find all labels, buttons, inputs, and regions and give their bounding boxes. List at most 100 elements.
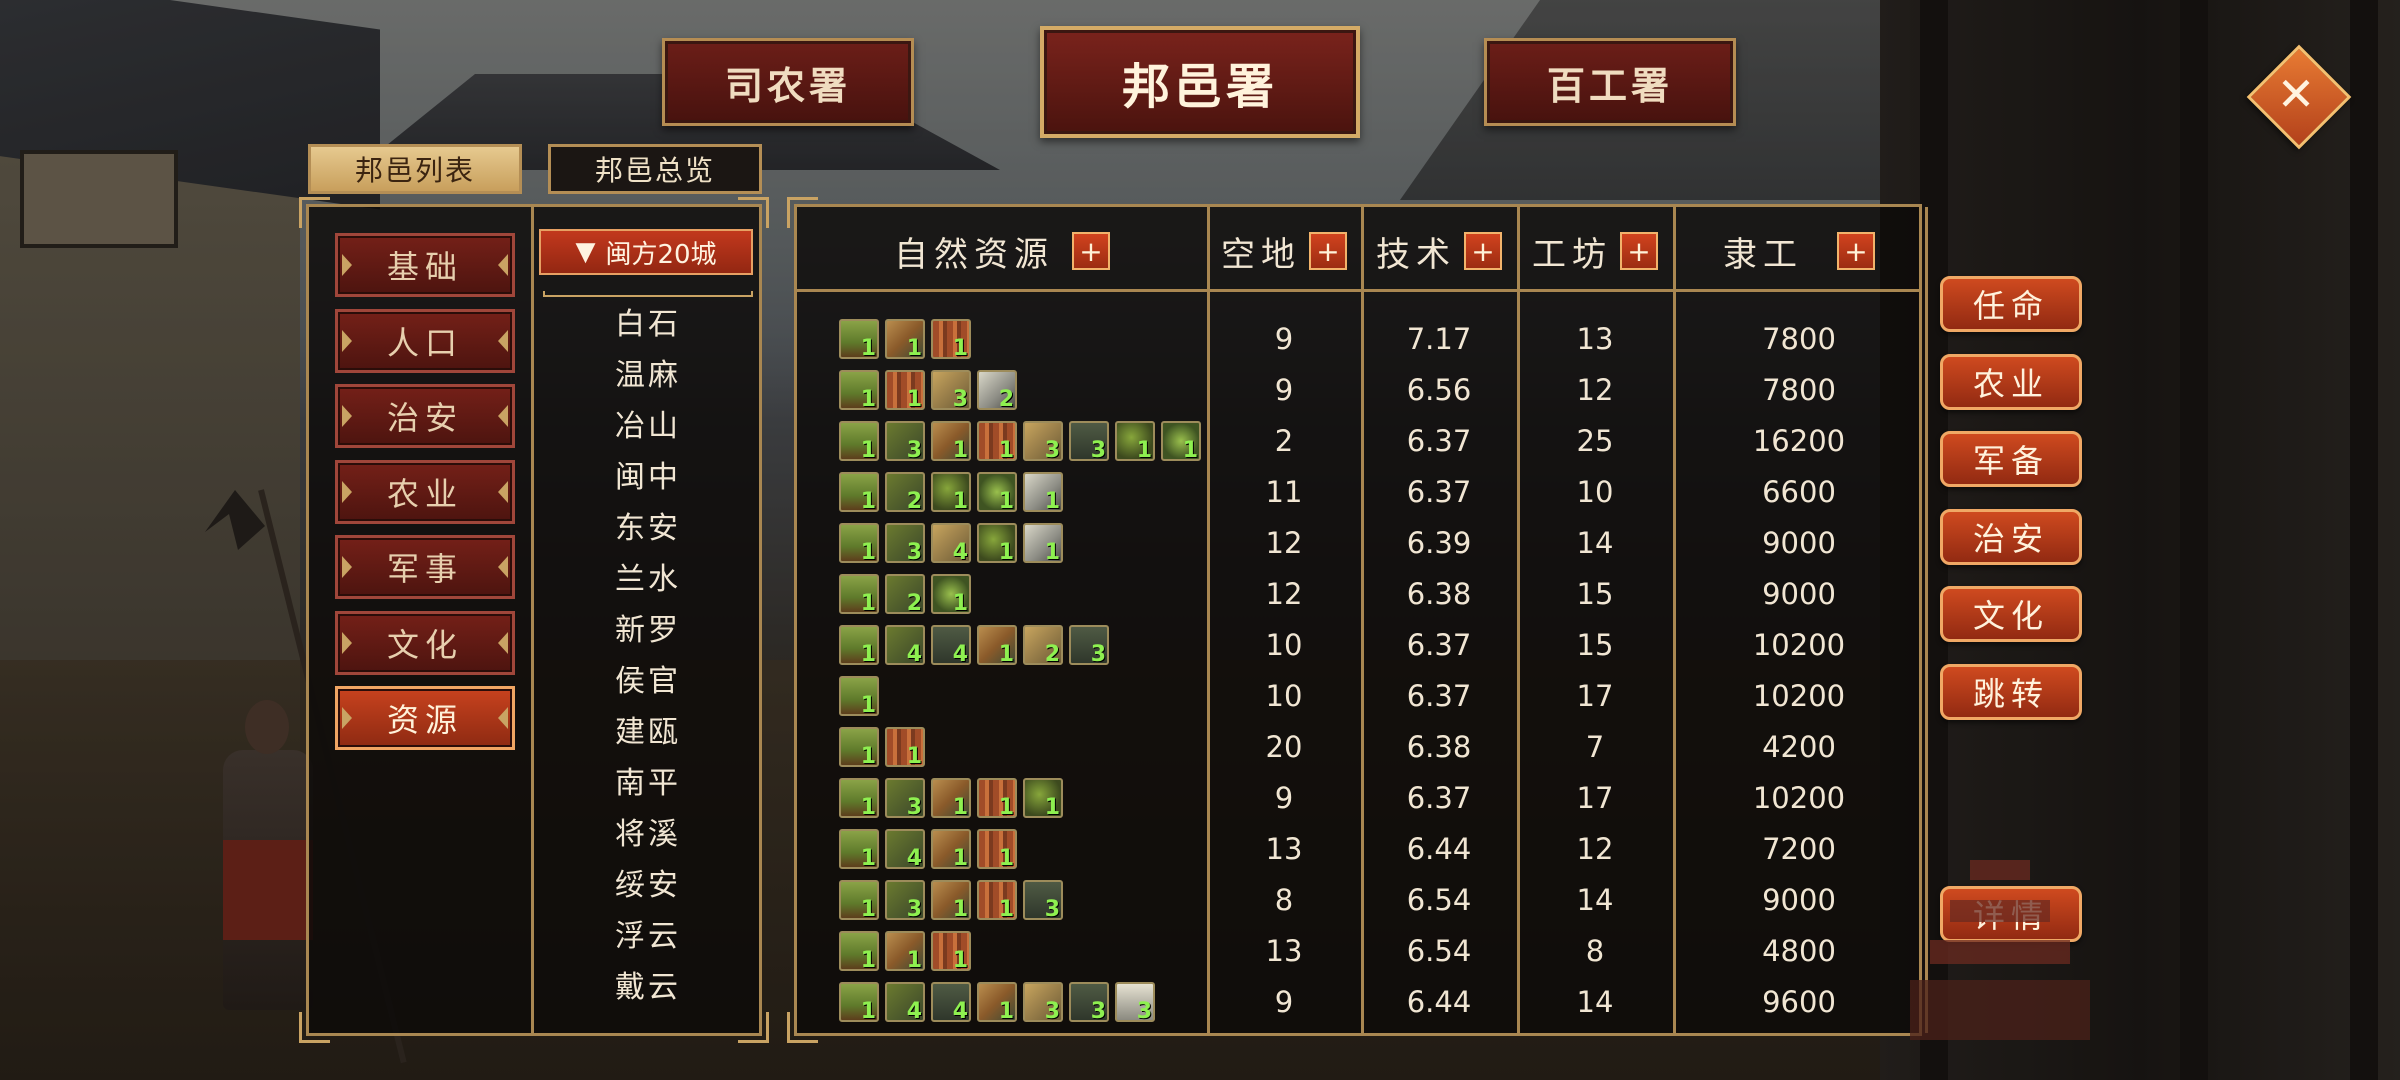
city-name[interactable]: 将溪 xyxy=(534,809,762,853)
menu-item[interactable]: 资源 xyxy=(335,686,515,750)
city-name[interactable]: 闽中 xyxy=(534,452,762,496)
axe-icon[interactable]: 1 xyxy=(931,421,971,463)
pick-icon[interactable]: 3 xyxy=(1023,982,1063,1024)
tree-icon[interactable]: 1 xyxy=(839,931,879,973)
sickle-icon[interactable]: 4 xyxy=(885,982,925,1024)
sickle-icon[interactable]: 4 xyxy=(885,829,925,871)
city-name[interactable]: 浮云 xyxy=(534,911,762,955)
stairs-icon[interactable]: 4 xyxy=(931,982,971,1024)
table-row[interactable]: 1 3 1 1 3 3 1 1 2 6.37 25 16200 xyxy=(797,415,1925,466)
table-row[interactable]: 1 1 3 2 9 6.56 12 7800 xyxy=(797,364,1925,415)
table-row[interactable]: 1 4 1 1 13 6.44 12 7200 xyxy=(797,823,1925,874)
table-row[interactable]: 1 1 20 6.38 7 4200 xyxy=(797,721,1925,772)
tree-icon[interactable]: 1 xyxy=(839,523,879,565)
menu-item[interactable]: 基础 xyxy=(335,233,515,297)
table-row[interactable]: 1 10 6.37 17 10200 xyxy=(797,670,1925,721)
stairs-icon[interactable]: 3 xyxy=(1023,880,1063,922)
sort-resources-button[interactable]: + xyxy=(1072,232,1110,270)
sickle-icon[interactable]: 2 xyxy=(885,472,925,514)
close-button[interactable]: ✕ xyxy=(2246,44,2352,150)
tab-baigong[interactable]: 百工署 xyxy=(1484,38,1736,126)
sickle-icon[interactable]: 3 xyxy=(885,523,925,565)
leaf-icon[interactable]: 1 xyxy=(931,574,971,616)
tree-icon[interactable]: 1 xyxy=(839,319,879,361)
region-dropdown[interactable]: ▼ 闽方20城 xyxy=(539,229,753,275)
sickle-icon[interactable]: 3 xyxy=(885,778,925,820)
axe-icon[interactable]: 1 xyxy=(977,982,1017,1024)
grain-icon[interactable]: 1 xyxy=(1115,421,1155,463)
tree-icon[interactable]: 1 xyxy=(839,676,879,718)
table-row[interactable]: 1 3 1 1 3 8 6.54 14 9000 xyxy=(797,874,1925,925)
tree-icon[interactable]: 1 xyxy=(839,727,879,769)
stone-icon[interactable]: 1 xyxy=(1023,523,1063,565)
pick-icon[interactable]: 4 xyxy=(931,523,971,565)
table-row[interactable]: 1 1 1 9 7.17 13 7800 xyxy=(797,313,1925,364)
sickle-icon[interactable]: 3 xyxy=(885,421,925,463)
tree-icon[interactable]: 1 xyxy=(839,829,879,871)
city-name[interactable]: 东安 xyxy=(534,503,762,547)
table-row[interactable]: 1 3 1 1 1 9 6.37 17 10200 xyxy=(797,772,1925,823)
sickle-icon[interactable]: 3 xyxy=(885,880,925,922)
axe-icon[interactable]: 1 xyxy=(931,778,971,820)
city-name[interactable]: 建瓯 xyxy=(534,707,762,751)
city-name[interactable]: 冶山 xyxy=(534,401,762,445)
sickle-icon[interactable]: 4 xyxy=(885,625,925,667)
city-name[interactable]: 白石 xyxy=(534,299,762,343)
city-name[interactable]: 南平 xyxy=(534,758,762,802)
tab-bangyi[interactable]: 邦邑署 xyxy=(1040,26,1360,138)
stairs-icon[interactable]: 3 xyxy=(1069,421,1109,463)
menu-item[interactable]: 文化 xyxy=(335,610,515,675)
bamboo-icon[interactable]: 1 xyxy=(885,727,925,769)
sickle-icon[interactable]: 2 xyxy=(885,574,925,616)
bamboo-icon[interactable]: 1 xyxy=(885,370,925,412)
city-name[interactable]: 侯官 xyxy=(534,656,762,700)
sort-tech-button[interactable]: + xyxy=(1464,232,1502,270)
subtab-city-list[interactable]: 邦邑列表 xyxy=(308,144,522,194)
grain-icon[interactable]: 1 xyxy=(931,472,971,514)
tree-icon[interactable]: 1 xyxy=(839,472,879,514)
wave-icon[interactable]: 3 xyxy=(1115,982,1155,1024)
stone-icon[interactable]: 2 xyxy=(977,370,1017,412)
bamboo-icon[interactable]: 1 xyxy=(977,829,1017,871)
tree-icon[interactable]: 1 xyxy=(839,574,879,616)
action-button[interactable]: 文化 xyxy=(1940,586,2082,643)
tree-icon[interactable]: 1 xyxy=(839,625,879,667)
menu-item[interactable]: 治安 xyxy=(335,384,515,448)
subtab-city-overview[interactable]: 邦邑总览 xyxy=(548,144,762,194)
tree-icon[interactable]: 1 xyxy=(839,880,879,922)
action-button[interactable]: 农业 xyxy=(1940,353,2082,410)
menu-item[interactable]: 农业 xyxy=(335,459,515,524)
action-button[interactable]: 治安 xyxy=(1940,508,2082,565)
pick-icon[interactable]: 2 xyxy=(1023,625,1063,667)
city-name[interactable]: 戴云 xyxy=(534,962,762,1006)
stairs-icon[interactable]: 3 xyxy=(1069,625,1109,667)
stairs-icon[interactable]: 4 xyxy=(931,625,971,667)
axe-icon[interactable]: 1 xyxy=(931,880,971,922)
table-row[interactable]: 1 4 4 1 2 3 10 6.37 15 10200 xyxy=(797,619,1925,670)
axe-icon[interactable]: 1 xyxy=(885,931,925,973)
stone-icon[interactable]: 1 xyxy=(1023,472,1063,514)
city-name[interactable]: 新罗 xyxy=(534,605,762,649)
menu-item[interactable]: 军事 xyxy=(335,535,515,599)
stairs-icon[interactable]: 3 xyxy=(1069,982,1109,1024)
action-button[interactable]: 任命 xyxy=(1940,276,2082,332)
axe-icon[interactable]: 1 xyxy=(885,319,925,361)
action-button[interactable]: 跳转 xyxy=(1940,664,2082,720)
action-button[interactable]: 军备 xyxy=(1940,431,2082,488)
bamboo-icon[interactable]: 1 xyxy=(977,880,1017,922)
bamboo-icon[interactable]: 1 xyxy=(931,931,971,973)
axe-icon[interactable]: 1 xyxy=(931,829,971,871)
table-row[interactable]: 1 1 1 13 6.54 8 4800 xyxy=(797,925,1925,976)
bamboo-icon[interactable]: 1 xyxy=(931,319,971,361)
city-name[interactable]: 绥安 xyxy=(534,860,762,904)
pick-icon[interactable]: 3 xyxy=(931,370,971,412)
tab-sinong[interactable]: 司农署 xyxy=(662,38,914,126)
table-row[interactable]: 1 4 4 1 3 3 3 9 6.44 14 9600 xyxy=(797,976,1925,1027)
bamboo-icon[interactable]: 1 xyxy=(977,421,1017,463)
tree-icon[interactable]: 1 xyxy=(839,421,879,463)
bamboo-icon[interactable]: 1 xyxy=(977,778,1017,820)
city-name[interactable]: 兰水 xyxy=(534,554,762,598)
tree-icon[interactable]: 1 xyxy=(839,982,879,1024)
menu-item[interactable]: 人口 xyxy=(335,308,515,373)
city-name[interactable]: 温麻 xyxy=(534,350,762,394)
